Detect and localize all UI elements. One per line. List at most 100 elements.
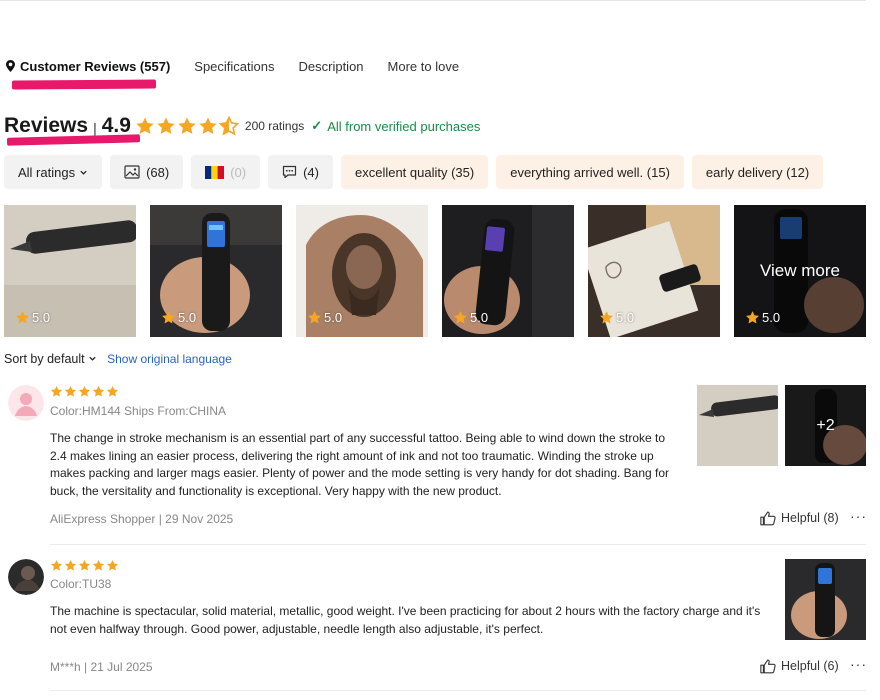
star-icon — [106, 559, 119, 572]
star-icon — [599, 310, 614, 325]
photo-rating: 5.0 — [453, 310, 488, 325]
avatar — [8, 559, 44, 595]
with-photos-filter[interactable]: (68) — [110, 155, 184, 189]
more-options-icon[interactable]: ··· — [850, 508, 867, 524]
country-count: (0) — [230, 164, 247, 180]
tab-label: Customer Reviews (557) — [20, 58, 171, 74]
photo-rating-value: 5.0 — [470, 310, 489, 325]
top-divider — [0, 0, 866, 1]
photo-rating: 5.0 — [599, 310, 634, 325]
sort-label: Sort by default — [4, 352, 85, 366]
review-stars — [50, 559, 119, 572]
reviews-title: Reviews — [4, 114, 89, 137]
verified-purchases-note: ✓ All from verified purchases — [311, 118, 480, 134]
star-icon — [92, 559, 105, 572]
comments-count: (4) — [303, 164, 319, 180]
sort-dropdown[interactable]: Sort by default — [4, 352, 97, 366]
star-icon — [92, 385, 105, 398]
photo-rating: 5.0 — [15, 310, 50, 325]
romania-flag-icon — [205, 165, 225, 179]
helpful-button[interactable]: Helpful (8) — [760, 510, 839, 526]
helpful-count: Helpful (8) — [781, 511, 839, 525]
more-photos-count: +2 — [785, 385, 866, 466]
star-icon — [78, 559, 91, 572]
thumbs-up-icon — [760, 510, 777, 526]
check-icon: ✓ — [311, 118, 323, 133]
tab-customer-reviews[interactable]: Customer Reviews (557) — [6, 59, 170, 74]
star-icon — [50, 559, 63, 572]
photo-rating-value: 5.0 — [32, 310, 51, 325]
review-photo-view-more[interactable]: View more 5.0 — [734, 205, 866, 337]
chevron-down-icon — [89, 356, 96, 361]
photo-rating-value: 5.0 — [178, 310, 197, 325]
review-photo-thumb[interactable] — [785, 559, 866, 640]
tag-everything-arrived-well[interactable]: everything arrived well. (15) — [496, 155, 684, 189]
review-photo[interactable]: 5.0 — [150, 205, 282, 337]
review-photo[interactable]: 5.0 — [4, 205, 136, 337]
star-icon — [198, 116, 218, 136]
all-ratings-label: All ratings — [18, 164, 76, 180]
thumbs-up-icon — [760, 658, 777, 674]
tag-early-delivery[interactable]: early delivery (12) — [691, 155, 824, 189]
review-photo-thumb-more[interactable]: +2 — [785, 385, 866, 466]
star-icon — [307, 310, 322, 325]
verified-label: All from verified purchases — [327, 118, 481, 134]
helpful-count: Helpful (6) — [781, 659, 839, 673]
star-icon — [64, 385, 77, 398]
star-icon — [64, 559, 77, 572]
star-icon — [745, 310, 760, 325]
tab-more-to-love[interactable]: More to love — [388, 59, 460, 74]
review-photo-strip: 5.0 5.0 5.0 5.0 5.0 View more 5.0 — [4, 205, 866, 337]
all-ratings-dropdown[interactable]: All ratings — [4, 155, 103, 189]
review-text: The change in stroke mechanism is an ess… — [50, 431, 670, 498]
tab-specifications[interactable]: Specifications — [194, 59, 274, 74]
review-variant: Color:HM144 Ships From:CHINA — [50, 404, 227, 418]
photos-count: (68) — [146, 164, 170, 180]
country-filter[interactable]: (0) — [191, 155, 261, 189]
review-variant: Color:TU38 — [50, 577, 112, 591]
photo-rating: 5.0 — [307, 310, 342, 325]
star-icon — [15, 310, 30, 325]
ratings-count: 200 ratings — [244, 119, 305, 133]
average-stars — [135, 116, 239, 136]
title-separator: | — [93, 119, 97, 136]
star-icon — [106, 385, 119, 398]
tag-excellent-quality[interactable]: excellent quality (35) — [340, 155, 489, 189]
photo-rating-value: 5.0 — [324, 310, 343, 325]
review-divider — [50, 544, 866, 545]
review-photo[interactable]: 5.0 — [588, 205, 720, 337]
image-icon — [124, 165, 140, 179]
location-pin-icon — [6, 60, 15, 72]
photo-rating-value: 5.0 — [616, 310, 635, 325]
more-options-icon[interactable]: ··· — [850, 656, 867, 672]
review-author-date: M***h | 21 Jul 2025 — [50, 660, 153, 674]
tab-description[interactable]: Description — [299, 59, 364, 74]
show-original-language-link[interactable]: Show original language — [107, 352, 232, 366]
star-icon — [50, 385, 63, 398]
review-stars — [50, 385, 119, 398]
review-photo[interactable]: 5.0 — [442, 205, 574, 337]
review-photo-thumb[interactable] — [697, 385, 778, 466]
chevron-down-icon — [80, 170, 87, 175]
star-icon — [177, 116, 197, 136]
half-star-icon — [219, 116, 239, 136]
review-author-date: AliExpress Shopper | 29 Nov 2025 — [50, 512, 234, 526]
star-icon — [161, 310, 176, 325]
comments-filter[interactable]: (4) — [268, 155, 333, 189]
review-filters: All ratings (68) (0) (4) excellent quali… — [4, 155, 824, 189]
sort-row: Sort by default Show original language — [4, 352, 232, 366]
photo-rating: 5.0 — [161, 310, 196, 325]
review-photo[interactable]: 5.0 — [296, 205, 428, 337]
star-icon — [135, 116, 155, 136]
highlight-underline-mark — [11, 79, 157, 90]
avatar — [8, 385, 44, 421]
photo-rating: 5.0 — [745, 310, 780, 325]
star-icon — [453, 310, 468, 325]
review-text: The machine is spectacular, solid materi… — [50, 604, 761, 636]
comment-icon — [282, 165, 297, 179]
section-tabs: Customer Reviews (557) Specifications De… — [6, 56, 483, 76]
photo-rating-value: 5.0 — [762, 310, 781, 325]
helpful-button[interactable]: Helpful (6) — [760, 658, 839, 674]
review-divider — [50, 690, 866, 691]
star-icon — [156, 116, 176, 136]
